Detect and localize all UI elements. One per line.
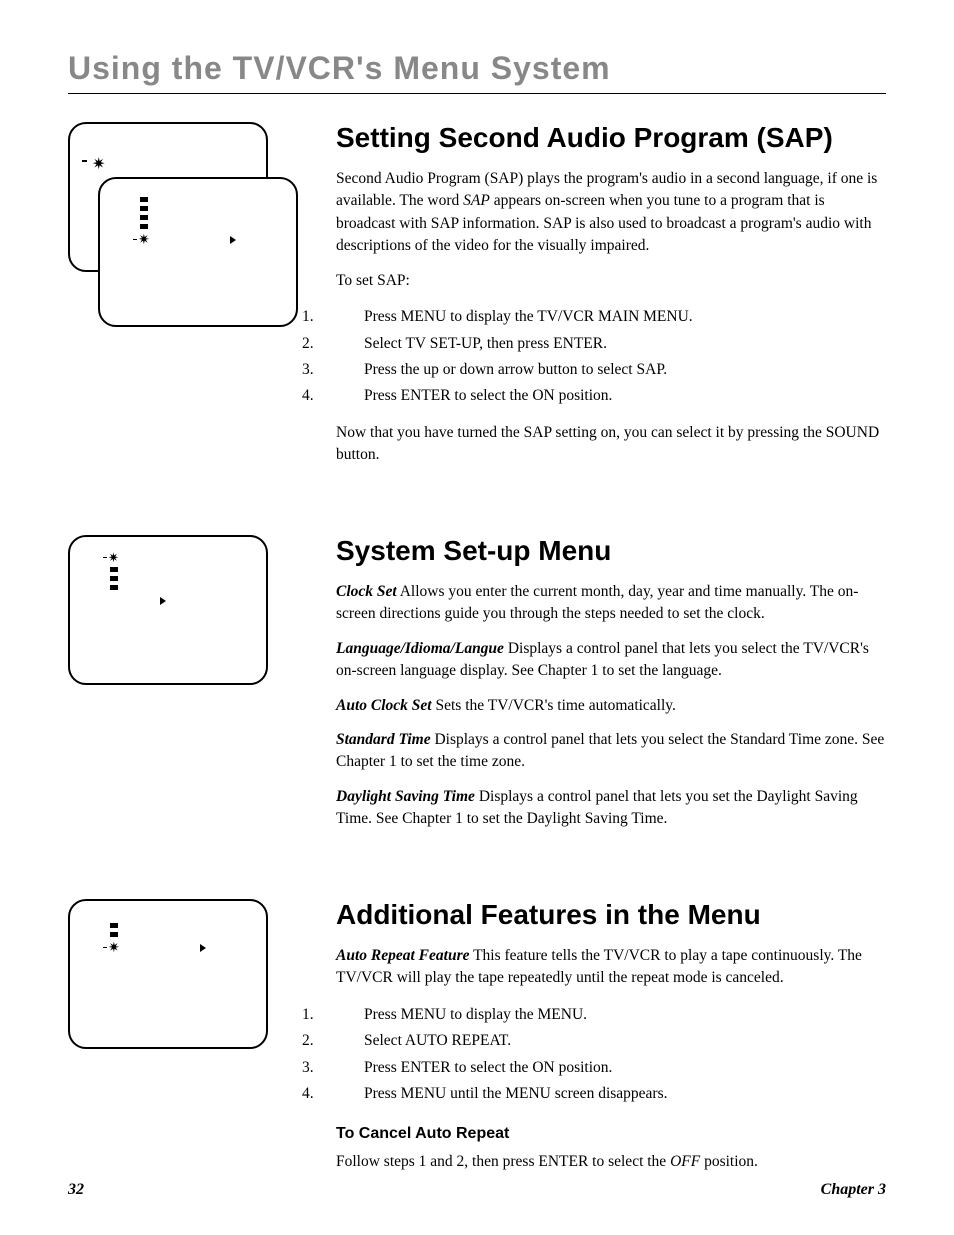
term: Clock Set xyxy=(336,583,397,600)
term: Auto Clock Set xyxy=(336,697,432,714)
sap-diagram: ✷ ✷ xyxy=(68,122,308,342)
add-diagram: ✷ xyxy=(68,899,268,1049)
text: . xyxy=(663,361,667,378)
step-4: 4.Press MENU until the MENU screen disap… xyxy=(336,1081,886,1107)
sys-block: ✷ System Set-up Menu Clock Set Allows yo… xyxy=(68,535,886,843)
text: position. xyxy=(700,1153,758,1170)
text: Press the up or down arrow button to sel… xyxy=(364,361,637,378)
sys-heading: System Set-up Menu xyxy=(336,535,886,567)
step-2: 2.Select AUTO REPEAT. xyxy=(336,1028,886,1054)
text: , then press ENTER. xyxy=(479,335,607,352)
def: Sets the TV/VCR's time automatically. xyxy=(432,697,676,714)
add-heading: Additional Features in the Menu xyxy=(336,899,886,931)
sap-intro: Second Audio Program (SAP) plays the pro… xyxy=(336,168,886,258)
text: . xyxy=(583,1006,587,1023)
sys-clock: Clock Set Allows you enter the current m… xyxy=(336,581,886,626)
add-block: ✷ Additional Features in the Menu Auto R… xyxy=(68,899,886,1186)
sap-toset: To set SAP: xyxy=(336,270,886,292)
chapter-label: Chapter 3 xyxy=(821,1181,886,1199)
page-footer: 32 Chapter 3 xyxy=(68,1181,886,1199)
text-italic: SAP xyxy=(463,192,490,209)
section-title: Using the TV/VCR's Menu System xyxy=(68,50,886,94)
text-italic: OFF xyxy=(670,1153,700,1170)
sys-auto: Auto Clock Set Sets the TV/VCR's time au… xyxy=(336,695,886,717)
step-3: 3.Press the up or down arrow button to s… xyxy=(336,357,886,383)
add-ar: Auto Repeat Feature This feature tells t… xyxy=(336,945,886,990)
text: . xyxy=(507,1032,511,1049)
term: Language/Idioma/Langue xyxy=(336,640,504,657)
add-steps: 1.Press MENU to display the MENU. 2.Sele… xyxy=(336,1002,886,1107)
text: Press MENU to display the xyxy=(364,308,537,325)
text: . xyxy=(689,308,693,325)
term: Standard Time xyxy=(336,731,431,748)
cancel-text: Follow steps 1 and 2, then press ENTER t… xyxy=(336,1151,886,1173)
sys-std: Standard Time Displays a control panel t… xyxy=(336,729,886,774)
screen-front: ✷ xyxy=(98,177,298,327)
step-2: 2.Select TV SET-UP, then press ENTER. xyxy=(336,331,886,357)
text: Press ENTER to select the xyxy=(364,387,532,404)
text-italic: MENU xyxy=(538,1006,584,1023)
term: Daylight Saving Time xyxy=(336,788,475,805)
text: Select xyxy=(364,1032,405,1049)
page-number: 32 xyxy=(68,1181,84,1199)
text-italic: TV/VCR MAIN MENU xyxy=(537,308,689,325)
text-italic: TV SET-UP xyxy=(405,335,479,352)
text: position. xyxy=(555,387,613,404)
text: screen disappears. xyxy=(551,1085,668,1102)
term: Auto Repeat Feature xyxy=(336,947,469,964)
sap-steps: 1.Press MENU to display the TV/VCR MAIN … xyxy=(336,304,886,409)
step-1: 1.Press MENU to display the TV/VCR MAIN … xyxy=(336,304,886,330)
text: Press MENU until the xyxy=(364,1085,505,1102)
text-italic: ON xyxy=(532,1059,554,1076)
text: Follow steps 1 and 2, then press ENTER t… xyxy=(336,1153,670,1170)
sap-heading: Setting Second Audio Program (SAP) xyxy=(336,122,886,154)
text-italic: SAP xyxy=(637,361,664,378)
text-italic: AUTO REPEAT xyxy=(405,1032,507,1049)
step-1: 1.Press MENU to display the MENU. xyxy=(336,1002,886,1028)
sap-outro: Now that you have turned the SAP setting… xyxy=(336,422,886,467)
sys-dst: Daylight Saving Time Displays a control … xyxy=(336,786,886,831)
text-italic: ON xyxy=(532,387,554,404)
text: Press MENU to display the xyxy=(364,1006,538,1023)
sys-lang: Language/Idioma/Langue Displays a contro… xyxy=(336,638,886,683)
step-4: 4.Press ENTER to select the ON position. xyxy=(336,383,886,409)
page-content: ✷ ✷ Settin xyxy=(68,122,886,1186)
text-italic: MENU xyxy=(505,1085,551,1102)
text: position. xyxy=(555,1059,613,1076)
text: Press ENTER to select the xyxy=(364,1059,532,1076)
sys-diagram: ✷ xyxy=(68,535,268,685)
text: Select xyxy=(364,335,405,352)
step-3: 3.Press ENTER to select the ON position. xyxy=(336,1055,886,1081)
cancel-heading: To Cancel Auto Repeat xyxy=(336,1125,886,1143)
def: Allows you enter the current month, day,… xyxy=(336,583,858,622)
sap-block: ✷ ✷ Settin xyxy=(68,122,886,479)
